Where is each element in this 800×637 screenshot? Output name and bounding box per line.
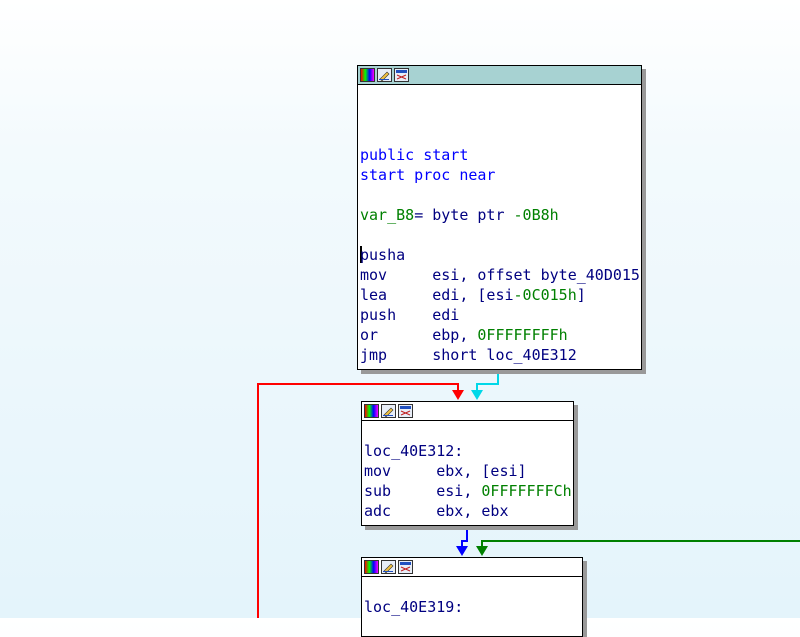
block-loc-40E312[interactable]: loc_40E312: mov ebx, [esi] sub esi, 0FFFFF…	[361, 401, 574, 526]
edit-pencil-icon[interactable]	[377, 68, 392, 82]
graph-view-icon[interactable]	[394, 68, 409, 82]
color-palette-icon[interactable]	[360, 68, 375, 82]
graph-view-icon[interactable]	[398, 560, 413, 574]
code-line[interactable]	[360, 225, 641, 245]
edit-pencil-icon[interactable]	[381, 560, 396, 574]
color-palette-icon[interactable]	[364, 560, 379, 574]
block-start[interactable]: public start start proc near var_B8= byte …	[357, 65, 642, 370]
code-token: public start	[360, 146, 469, 164]
code-token: -0B8h	[513, 206, 559, 224]
code-token: push edi	[360, 306, 460, 324]
code-line[interactable]	[360, 85, 641, 105]
block-loc-40E319[interactable]: loc_40E319:	[361, 557, 583, 637]
edge-blue-fallthrough	[461, 526, 468, 552]
code-line[interactable]: push edi	[360, 305, 641, 325]
code-token: var_B8	[360, 206, 415, 224]
edge-cyan-arrowhead	[471, 390, 483, 400]
code-token: adc ebx, ebx	[364, 502, 509, 520]
code-line[interactable]: lea edi, [esi-0C015h]	[360, 285, 641, 305]
block-titlebar[interactable]	[362, 402, 573, 421]
code-token: loc_40E319:	[364, 598, 464, 616]
code-line[interactable]	[364, 577, 582, 597]
code-token: ]	[576, 286, 586, 304]
code-line[interactable]: start proc near	[360, 165, 641, 185]
code-token: 0FFFFFFFFh	[477, 326, 568, 344]
edge-blue-arrowhead	[456, 546, 468, 556]
code-line[interactable]: loc_40E312:	[364, 441, 573, 461]
edge-cyan-jmp	[476, 370, 499, 396]
block-code: loc_40E312: mov ebx, [esi] sub esi, 0FFFFF…	[362, 421, 573, 521]
edge-red-arrowhead	[452, 390, 464, 400]
code-line[interactable]: mov ebx, [esi]	[364, 461, 573, 481]
code-line[interactable]	[364, 421, 573, 441]
code-line[interactable]	[360, 185, 641, 205]
code-line[interactable]	[360, 105, 641, 125]
code-token: loc_40E312:	[364, 442, 464, 460]
code-token: pusha	[360, 246, 406, 264]
code-line[interactable]: pusha	[360, 245, 641, 265]
code-token: 0FFFFFFFCh	[481, 482, 572, 500]
code-line[interactable]	[360, 125, 641, 145]
code-token: or ebp,	[360, 326, 478, 344]
code-token: mov ebx, [esi]	[364, 462, 527, 480]
code-line[interactable]: sub esi, 0FFFFFFFCh	[364, 481, 573, 501]
block-code: loc_40E319:	[362, 577, 582, 617]
code-line[interactable]: jmp short loc_40E312	[360, 345, 641, 365]
code-line[interactable]: adc ebx, ebx	[364, 501, 573, 521]
block-code: public start start proc near var_B8= byte …	[358, 85, 641, 365]
code-line[interactable]: loc_40E319:	[364, 597, 582, 617]
code-token: sub esi,	[364, 482, 482, 500]
code-token: lea edi, [esi	[360, 286, 514, 304]
edit-pencil-icon[interactable]	[381, 404, 396, 418]
code-line[interactable]: var_B8= byte ptr -0B8h	[360, 205, 641, 225]
code-line[interactable]: public start	[360, 145, 641, 165]
code-token: -0C015h	[513, 286, 577, 304]
code-token: jmp short loc_40E312	[360, 346, 577, 364]
block-titlebar[interactable]	[358, 66, 641, 85]
code-token: start proc near	[360, 166, 496, 184]
color-palette-icon[interactable]	[364, 404, 379, 418]
code-token: = byte ptr	[414, 206, 514, 224]
graph-view-icon[interactable]	[398, 404, 413, 418]
code-line[interactable]: mov esi, offset byte_40D015	[360, 265, 641, 285]
code-line[interactable]: or ebp, 0FFFFFFFFh	[360, 325, 641, 345]
code-token: mov esi, offset byte_40D015	[360, 266, 640, 284]
edge-green-branch	[481, 540, 800, 552]
block-titlebar[interactable]	[362, 558, 582, 577]
edge-green-arrowhead	[476, 546, 488, 556]
